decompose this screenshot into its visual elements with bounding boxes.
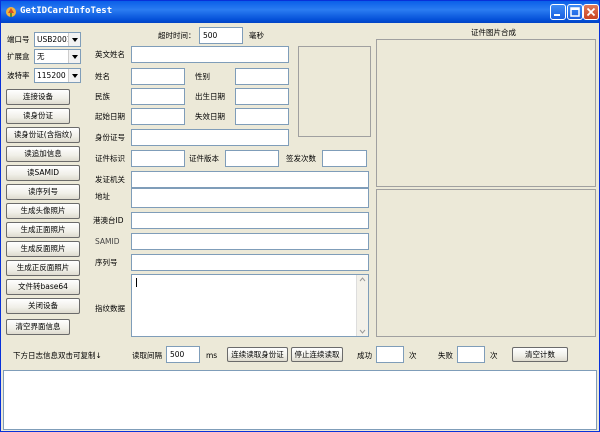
ethnicity-label: 民族 (95, 92, 110, 101)
address-field[interactable] (131, 188, 369, 208)
cert-version-label: 证件版本 (189, 154, 219, 163)
samid-label: SAMID (95, 237, 120, 246)
gen-front-photo-button[interactable]: 生成正面照片 (6, 222, 80, 238)
clear-count-button[interactable]: 清空计数 (512, 347, 568, 362)
stop-continuous-button[interactable]: 停止连续读取 (291, 347, 343, 362)
clear-ui-button[interactable]: 清空界面信息 (6, 319, 70, 335)
cert-flag-field[interactable] (131, 150, 185, 167)
samid-field[interactable] (131, 233, 369, 250)
birth-date-field[interactable] (235, 88, 289, 105)
continuous-read-button[interactable]: 连续读取身份证 (227, 347, 288, 362)
back-photo-panel (376, 189, 596, 337)
name-field[interactable] (131, 68, 185, 85)
gen-front-back-photo-button[interactable]: 生成正反面照片 (6, 260, 80, 276)
baud-value: 115200 (37, 71, 66, 80)
serial-no-label: 序列号 (95, 258, 118, 267)
chevron-down-icon[interactable] (68, 50, 80, 63)
read-extra-info-button[interactable]: 读追加信息 (6, 146, 80, 162)
ext-value: 无 (37, 52, 45, 61)
head-photo-box (298, 46, 371, 137)
port-label: 端口号 (7, 35, 30, 44)
photo-panel-title: 证件图片合成 (471, 28, 516, 37)
timeout-unit: 毫秒 (249, 31, 264, 40)
issue-count-label: 签发次数 (286, 154, 316, 163)
read-serial-button[interactable]: 读序列号 (6, 184, 80, 200)
file-to-base64-button[interactable]: 文件转base64 (6, 279, 80, 295)
fingerprint-textarea[interactable] (131, 274, 369, 337)
issuing-authority-field[interactable] (131, 171, 369, 188)
expire-date-label: 失效日期 (195, 112, 225, 121)
id-number-label: 身份证号 (95, 133, 125, 142)
fingerprint-label: 指纹数据 (95, 304, 125, 313)
fail-count-field[interactable] (457, 346, 485, 363)
close-button[interactable] (583, 4, 599, 20)
baud-label: 波特率 (7, 71, 30, 80)
success-count-field[interactable] (376, 346, 404, 363)
success-unit: 次 (409, 351, 417, 360)
gen-head-photo-button[interactable]: 生成头像照片 (6, 203, 80, 219)
interval-label: 读取间隔 (132, 351, 162, 360)
app-window: GetIDCardInfoTest 端口号 USB2001 扩展盒 无 波特率 … (0, 0, 600, 432)
english-name-field[interactable] (131, 46, 289, 63)
read-id-card-fingerprint-button[interactable]: 读身份证(含指纹) (6, 127, 80, 143)
ethnicity-field[interactable] (131, 88, 185, 105)
ext-select[interactable]: 无 (34, 49, 81, 64)
close-device-button[interactable]: 关闭设备 (6, 298, 80, 314)
read-samid-button[interactable]: 读SAMID (6, 165, 80, 181)
maximize-button[interactable] (567, 4, 583, 20)
start-date-label: 起始日期 (95, 112, 125, 121)
birth-date-label: 出生日期 (195, 92, 225, 101)
app-icon (6, 7, 16, 17)
minimize-button[interactable] (550, 4, 566, 20)
address-label: 地址 (95, 192, 110, 201)
issuing-authority-label: 发证机关 (95, 175, 125, 184)
name-label: 姓名 (95, 72, 110, 81)
title-bar[interactable]: GetIDCardInfoTest (1, 1, 599, 23)
log-area[interactable] (3, 370, 597, 430)
timeout-label: 超时时间： (158, 31, 196, 40)
window-title: GetIDCardInfoTest (20, 6, 113, 16)
front-photo-panel (376, 39, 596, 187)
english-name-label: 英文姓名 (95, 50, 125, 59)
cert-version-field[interactable] (225, 150, 279, 167)
connect-device-button[interactable]: 连接设备 (6, 89, 70, 105)
gender-field[interactable] (235, 68, 289, 85)
id-number-field[interactable] (131, 129, 289, 146)
chevron-down-icon[interactable] (68, 69, 80, 82)
baud-select[interactable]: 115200 (34, 68, 81, 83)
port-value: USB2001 (37, 35, 72, 44)
start-date-field[interactable] (131, 108, 185, 125)
expire-date-field[interactable] (235, 108, 289, 125)
timeout-input[interactable]: 500 (199, 27, 243, 44)
success-label: 成功 (357, 351, 372, 360)
port-select[interactable]: USB2001 (34, 32, 81, 47)
fail-unit: 次 (490, 351, 498, 360)
hk-taiwan-id-label: 港澳台ID (93, 216, 124, 225)
scrollbar[interactable] (356, 275, 368, 336)
interval-unit: ms (206, 351, 218, 360)
gender-label: 性别 (195, 72, 210, 81)
cert-flag-label: 证件标识 (95, 154, 125, 163)
hk-taiwan-id-field[interactable] (131, 212, 369, 229)
issue-count-field[interactable] (322, 150, 367, 167)
serial-no-field[interactable] (131, 254, 369, 271)
maximize-icon (570, 7, 580, 17)
scroll-up-icon[interactable] (357, 275, 368, 285)
log-hint: 下方日志信息双击可复制↓ (13, 351, 102, 360)
scroll-down-icon[interactable] (357, 326, 368, 336)
gen-back-photo-button[interactable]: 生成反面照片 (6, 241, 80, 257)
interval-input[interactable]: 500 (166, 346, 200, 363)
ext-label: 扩展盒 (7, 52, 30, 61)
chevron-down-icon[interactable] (68, 33, 80, 46)
read-id-card-button[interactable]: 读身份证 (6, 108, 70, 124)
minimize-icon (554, 14, 560, 16)
fail-label: 失败 (438, 351, 453, 360)
close-icon (586, 7, 596, 17)
text-cursor (136, 278, 137, 287)
